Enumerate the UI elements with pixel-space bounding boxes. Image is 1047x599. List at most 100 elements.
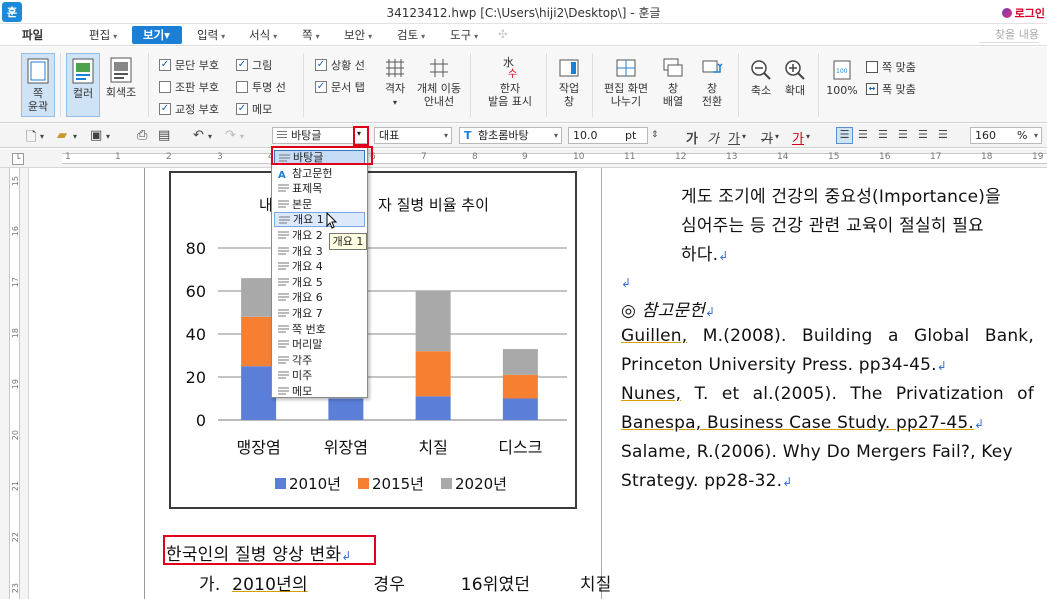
chevron-down-icon[interactable]: ▾ [240,132,244,141]
window-switch-button[interactable]: 창 전환 [694,57,730,108]
reference-line[interactable]: Nunes, T. et al.(2005). The Privatizatio… [621,384,1034,404]
style-option[interactable]: 개요 5 [274,275,365,290]
checkbox-paragraph-marks[interactable]: ✓ 문단 부호 [159,57,219,73]
font-combo[interactable]: T 함초롬바탕 ▾ [459,127,562,144]
fit-page-button[interactable]: 쪽 맞춤 [866,59,916,75]
body-line[interactable]: 하다.↲ [681,240,729,265]
references-heading[interactable]: ◎ 참고문헌↲ [621,296,715,321]
checkbox-typesetting-marks[interactable]: 조판 부호 [159,79,219,95]
grayscale-button[interactable]: 회색조 [104,57,138,99]
menu-tools[interactable]: 도구 ▾ [450,27,478,43]
style-option[interactable]: 각주 [274,353,365,368]
menu-edit[interactable]: 편집 ▾ [89,27,117,43]
align-left-icon[interactable]: ☰ [858,128,868,141]
bar-segment [415,291,451,352]
menu-file[interactable]: 파일 [22,27,43,43]
object-move-guide-button[interactable]: 개체 이동 안내선 [414,57,464,108]
checkbox-memo[interactable]: ✓ 메모 [236,101,272,117]
page-outline-button[interactable]: 쪽 윤곽 [21,53,55,117]
zoom-in-button[interactable]: 확대 [780,59,810,97]
chevron-down-icon[interactable]: ▾ [73,132,77,141]
justify-align-icon[interactable]: ☰ [836,127,853,144]
zoom-in-label: 확대 [784,84,806,97]
zoom-100-button[interactable]: 100 100% [824,59,860,97]
open-folder-icon[interactable]: ▰ [57,128,67,143]
style-option[interactable]: 머리말 [274,337,365,352]
reference-line[interactable]: Banespa, Business Case Study. pp27-45.↲ [621,413,984,433]
style-option[interactable]: 개요 4 [274,259,365,274]
new-document-icon[interactable]: 🗋 [26,128,36,150]
strikethrough-icon[interactable]: 가 [761,128,773,147]
style-dropdown-arrow-icon[interactable]: ▾ [357,129,361,138]
chevron-down-icon[interactable]: ▾ [40,132,44,141]
print-icon[interactable]: ⎙ [137,128,147,143]
menu-format[interactable]: 서식 ▾ [249,27,277,43]
reference-line[interactable]: Guillen, M.(2008). Building a Global Ban… [621,326,1034,346]
chart-object[interactable]: 내자 질병 비율 추이 0 20 40 60 80 맹장염 위장염 치질 디스크 2010년 2015… [169,171,577,509]
style-option[interactable]: A 참고문헌 [274,166,365,181]
chevron-down-icon[interactable]: ▾ [208,132,212,141]
login-button[interactable]: 로그인 [1001,5,1045,21]
menu-security[interactable]: 보안 ▾ [344,27,372,43]
style-option[interactable]: 개요 1 [274,212,365,228]
redo-icon[interactable]: ↷ [225,128,236,143]
task-window-button[interactable]: 작업 창 [553,57,585,108]
style-option[interactable]: 개요 6 [274,290,365,305]
print-preview-icon[interactable]: ▤ [158,128,170,143]
checkbox-document-tab[interactable]: ✓ 문서 탭 [315,79,365,95]
distribute-align-icon[interactable]: ☰ [918,128,928,141]
save-icon[interactable]: ▣ [90,128,102,143]
font-color-icon[interactable]: 가 [792,128,804,147]
checkbox-transparent-line[interactable]: 투명 선 [236,79,286,95]
tab-type-icon[interactable]: └ [12,153,24,165]
divide-align-icon[interactable]: ☰ [938,128,948,141]
font-size-combo[interactable]: 10.0 pt [568,127,648,144]
style-option[interactable]: 쪽 번호 [274,322,365,337]
style-option[interactable]: 본문 [274,197,365,212]
reference-line[interactable]: Princeton University Press. pp34-45.↲ [621,355,947,375]
reference-line[interactable]: Salame, R.(2006). Why Do Mergers Fail?, … [621,442,1013,462]
align-center-icon[interactable]: ☰ [878,128,888,141]
chevron-down-icon[interactable]: ▾ [742,132,746,141]
search-input[interactable]: 찾을 내용 [979,26,1039,43]
grid-button[interactable]: 격자 ▾ [380,57,410,109]
body-line[interactable]: 게도 조기에 건강의 중요성(Importance)을 [681,182,1001,207]
representative-combo[interactable]: 대표 ▾ [374,127,452,144]
split-screen-button[interactable]: 편집 화면 나누기 [600,57,652,108]
empty-paragraph[interactable]: ↲ [621,272,631,292]
menu-page[interactable]: 쪽 ▾ [302,27,320,43]
bold-icon[interactable]: 가 [686,128,698,147]
menu-review[interactable]: 검토 ▾ [397,27,425,43]
zoom-combo[interactable]: 160% ▾ [970,127,1042,144]
undo-icon[interactable]: ↶ [193,128,204,143]
checkbox-proofreading-marks[interactable]: ✓ 교정 부호 [159,101,219,117]
hanja-pronunciation-button[interactable]: 水수 한자 발음 표시 [482,55,538,108]
chevron-down-icon[interactable]: ▾ [806,132,810,141]
page-outline-icon [27,58,49,84]
style-option[interactable]: 메모 [274,384,365,399]
menu-view[interactable]: 보기▾ [132,26,182,44]
style-option-label: 미주 [292,369,313,383]
style-option[interactable]: 개요 7 [274,306,365,321]
zoom-out-button[interactable]: 축소 [746,59,776,97]
checkbox-picture[interactable]: ✓ 그림 [236,57,272,73]
fit-width-button[interactable]: ↔ 폭 맞춤 [866,81,916,97]
spinner-icon[interactable]: ⇕ [651,130,659,140]
left-paragraph-line[interactable]: 가. 2010년의 경우 16위였던 치질 [199,570,612,595]
align-right-icon[interactable]: ☰ [898,128,908,141]
checkbox-status-line[interactable]: ✓ 상황 선 [315,57,365,73]
reference-line[interactable]: Strategy. pp28-32.↲ [621,471,792,491]
underline-icon[interactable]: 가 [728,128,740,147]
word: 치질 [579,575,612,595]
color-button[interactable]: 컬러 [66,53,100,117]
chevron-down-icon[interactable]: ▾ [106,132,110,141]
menu-insert[interactable]: 입력 ▾ [197,27,225,43]
style-option[interactable]: 표제목 [274,181,365,196]
chevron-down-icon[interactable]: ▾ [775,132,779,141]
style-option[interactable]: 미주 [274,368,365,383]
window-arrange-button[interactable]: 창 배열 [656,57,690,108]
italic-icon[interactable]: 가 [707,128,719,147]
body-line[interactable]: 심어주는 등 건강 관련 교육이 절실히 필요 [681,211,984,236]
vertical-ruler[interactable]: 15 16 17 18 19 20 21 22 23 [0,168,29,599]
puzzle-icon[interactable]: ✣ [498,27,508,41]
